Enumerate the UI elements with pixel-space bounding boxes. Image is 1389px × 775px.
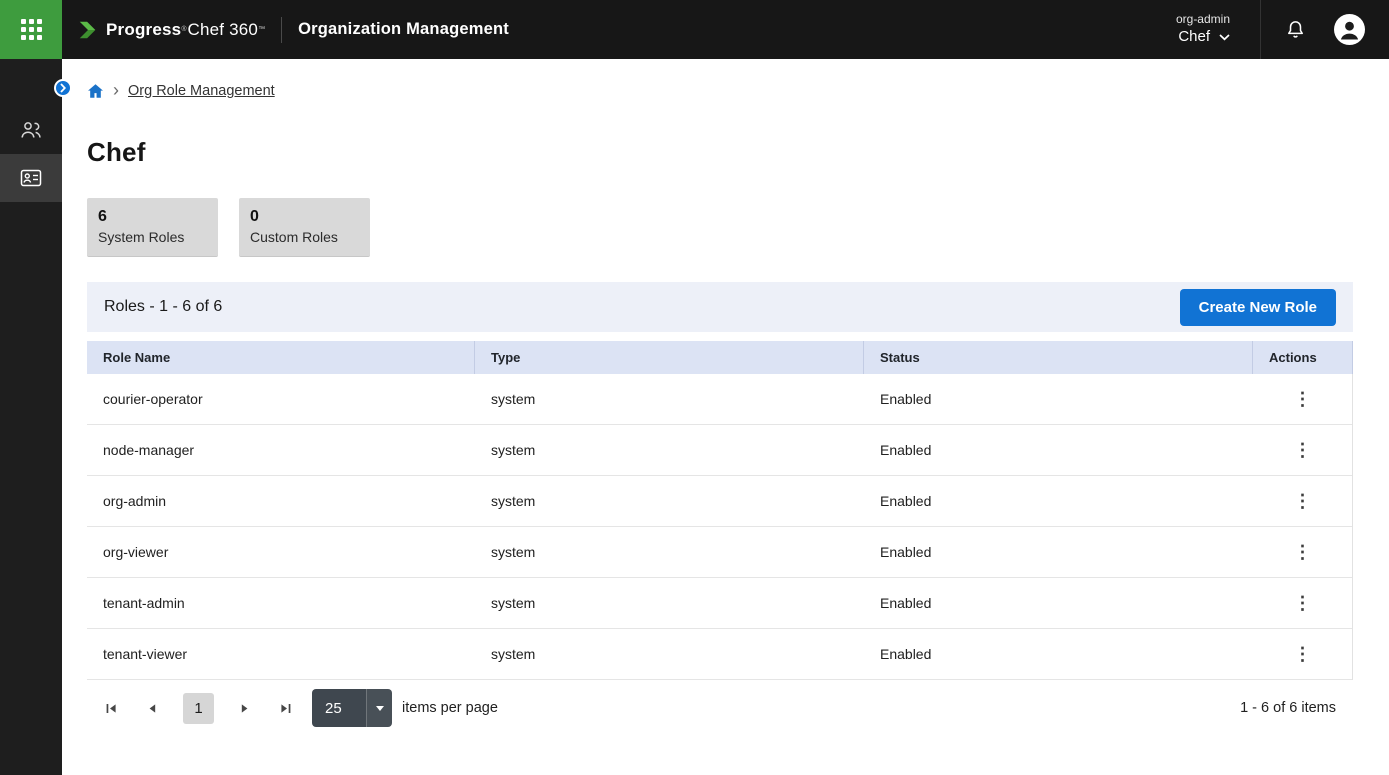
topbar-right: org-admin Chef (1176, 0, 1389, 59)
table-row: node-manager system Enabled ⋮ (87, 425, 1352, 476)
status-cell: Enabled (864, 391, 1253, 407)
topbar: Progress®Chef 360™ Organization Manageme… (0, 0, 1389, 59)
role-badge-icon (19, 167, 43, 189)
type-cell: system (475, 493, 864, 509)
status-cell: Enabled (864, 595, 1253, 611)
chevron-down-icon (1219, 34, 1230, 41)
status-cell: Enabled (864, 544, 1253, 560)
app-title: Organization Management (298, 20, 509, 39)
next-page-button[interactable] (234, 698, 255, 719)
row-actions-kebab-menu-icon[interactable]: ⋮ (1286, 437, 1320, 463)
status-cell: Enabled (864, 493, 1253, 509)
role-name-cell: org-viewer (87, 544, 475, 560)
role-name-cell: tenant-admin (87, 595, 475, 611)
chevron-right-icon (60, 83, 66, 93)
type-cell: system (475, 646, 864, 662)
role-name-cell: tenant-viewer (87, 646, 475, 662)
table-row: org-admin system Enabled ⋮ (87, 476, 1352, 527)
previous-page-button[interactable] (142, 698, 163, 719)
page-title: Chef (87, 137, 1353, 168)
status-cell: Enabled (864, 646, 1253, 662)
notifications-button[interactable] (1284, 18, 1307, 41)
column-header-role-name: Role Name (87, 341, 475, 374)
row-actions-kebab-menu-icon[interactable]: ⋮ (1286, 386, 1320, 412)
role-name-cell: node-manager (87, 442, 475, 458)
brand-progress-text: Progress (106, 20, 181, 40)
users-icon (19, 119, 43, 141)
last-page-button[interactable] (275, 698, 296, 719)
table-body: courier-operator system Enabled ⋮ node-m… (87, 374, 1353, 680)
main-content: › Org Role Management Chef 6 System Role… (62, 0, 1389, 736)
row-actions-kebab-menu-icon[interactable]: ⋮ (1286, 488, 1320, 514)
brand-logo: Progress®Chef 360™ (77, 19, 265, 41)
type-cell: system (475, 391, 864, 407)
apps-grid-icon (21, 19, 42, 40)
app-launcher-button[interactable] (0, 0, 62, 59)
row-actions-kebab-menu-icon[interactable]: ⋮ (1286, 641, 1320, 667)
first-page-icon (105, 702, 118, 715)
stat-card-system-roles: 6 System Roles (87, 198, 218, 257)
stats-row: 6 System Roles 0 Custom Roles (87, 198, 1353, 257)
page-size-value: 25 (312, 689, 366, 727)
sidebar (0, 59, 62, 775)
type-cell: system (475, 442, 864, 458)
bell-icon (1284, 18, 1307, 41)
role-name-cell: org-admin (87, 493, 475, 509)
previous-page-icon (146, 702, 159, 715)
table-header-row: Role Name Type Status Actions (87, 341, 1353, 374)
org-name-label: Chef (1178, 27, 1210, 47)
type-cell: system (475, 544, 864, 560)
roles-panel-header: Roles - 1 - 6 of 6 Create New Role (87, 282, 1353, 332)
row-actions-kebab-menu-icon[interactable]: ⋮ (1286, 590, 1320, 616)
brand-product-text: Chef 360 (187, 20, 258, 40)
sidebar-expand-button[interactable] (54, 79, 72, 97)
system-roles-label: System Roles (98, 227, 207, 247)
custom-roles-label: Custom Roles (250, 227, 359, 247)
create-new-role-button[interactable]: Create New Role (1180, 289, 1336, 326)
last-page-icon (279, 702, 292, 715)
role-name-cell: courier-operator (87, 391, 475, 407)
home-icon[interactable] (87, 83, 104, 99)
breadcrumb: › Org Role Management (87, 83, 1353, 99)
column-header-type: Type (475, 341, 864, 374)
breadcrumb-link-org-role-management[interactable]: Org Role Management (128, 83, 275, 99)
brand-tm-mark: ™ (258, 25, 265, 35)
topbar-brand-divider (281, 17, 282, 43)
brand-reg-mark: ® (181, 25, 186, 35)
column-header-status: Status (864, 341, 1253, 374)
custom-roles-count: 0 (250, 206, 359, 227)
sidebar-item-org-role-management[interactable] (0, 154, 62, 202)
table-row: tenant-admin system Enabled ⋮ (87, 578, 1352, 629)
column-header-actions: Actions (1253, 341, 1353, 374)
status-cell: Enabled (864, 442, 1253, 458)
topbar-separator (1260, 0, 1261, 59)
pager-nav: 1 (101, 693, 296, 724)
first-page-button[interactable] (101, 698, 122, 719)
account-menu-button[interactable] (1334, 14, 1365, 45)
table-row: courier-operator system Enabled ⋮ (87, 374, 1352, 425)
roles-panel: Roles - 1 - 6 of 6 Create New Role Role … (87, 282, 1353, 736)
pager-range-label: 1 - 6 of 6 items (1240, 700, 1339, 716)
user-avatar-icon (1334, 14, 1365, 45)
items-per-page-label: items per page (402, 700, 498, 716)
progress-logo-icon (77, 19, 99, 41)
page-size-dropdown[interactable]: 25 (312, 689, 392, 727)
dropdown-caret-area (366, 689, 392, 727)
table-row: org-viewer system Enabled ⋮ (87, 527, 1352, 578)
system-roles-count: 6 (98, 206, 207, 227)
chevron-down-icon (376, 706, 384, 711)
sidebar-item-users[interactable] (0, 106, 62, 154)
org-switcher[interactable]: org-admin Chef (1176, 12, 1230, 47)
pagination-bar: 1 25 items per p (87, 680, 1353, 736)
type-cell: system (475, 595, 864, 611)
stat-card-custom-roles: 0 Custom Roles (239, 198, 370, 257)
next-page-icon (238, 702, 251, 715)
roles-panel-title: Roles - 1 - 6 of 6 (104, 298, 222, 316)
org-role-label: org-admin (1176, 12, 1230, 27)
breadcrumb-chevron-icon: › (113, 83, 119, 97)
page-number-button[interactable]: 1 (183, 693, 214, 724)
row-actions-kebab-menu-icon[interactable]: ⋮ (1286, 539, 1320, 565)
table-row: tenant-viewer system Enabled ⋮ (87, 629, 1352, 680)
